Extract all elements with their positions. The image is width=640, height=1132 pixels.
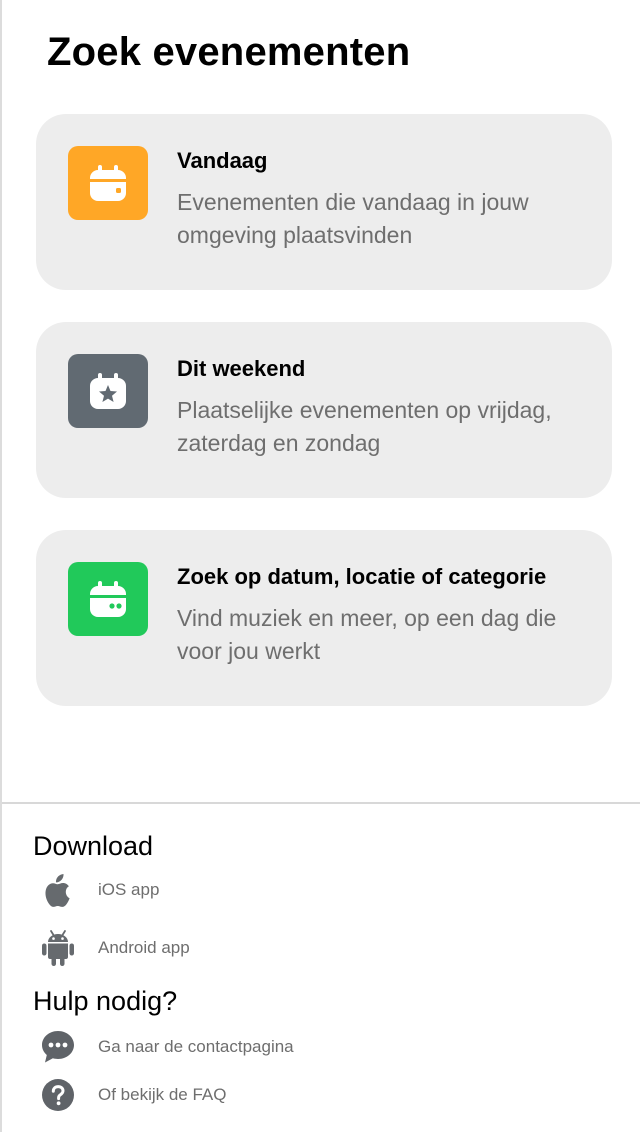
android-icon xyxy=(40,930,76,966)
question-icon xyxy=(40,1077,76,1113)
android-app-label: Android app xyxy=(98,938,190,957)
android-app-link[interactable]: Android app xyxy=(40,928,190,968)
calendar-star-icon xyxy=(68,354,148,428)
ios-app-label: iOS app xyxy=(98,880,160,899)
card-description: Plaatselijke evenementen op vrijdag, zat… xyxy=(177,397,552,456)
card-vandaag[interactable]: Vandaag Evenementen die vandaag in jouw … xyxy=(36,114,612,290)
calendar-icon xyxy=(68,146,148,220)
card-zoek-op-datum[interactable]: Zoek op datum, locatie of categorie Vind… xyxy=(36,530,612,706)
calendar-search-icon xyxy=(68,562,148,636)
ios-app-link[interactable]: iOS app xyxy=(40,870,159,910)
card-description: Evenementen die vandaag in jouw omgeving… xyxy=(177,189,529,248)
help-heading: Hulp nodig? xyxy=(33,986,178,1016)
contact-page-link[interactable]: Ga naar de contactpagina xyxy=(40,1027,294,1067)
contact-page-label: Ga naar de contactpagina xyxy=(98,1037,294,1056)
page-title: Zoek evenementen xyxy=(47,30,411,74)
apple-icon xyxy=(40,872,76,908)
card-dit-weekend[interactable]: Dit weekend Plaatselijke evenementen op … xyxy=(36,322,612,498)
card-title: Vandaag xyxy=(177,148,268,173)
footer-divider xyxy=(2,802,640,804)
download-heading: Download xyxy=(33,831,154,861)
faq-link[interactable]: Of bekijk de FAQ xyxy=(40,1075,227,1115)
card-description: Vind muziek en meer, op een dag die voor… xyxy=(177,605,557,664)
page: Zoek evenementen Vandaag Evenementen die… xyxy=(0,0,640,1132)
card-title: Zoek op datum, locatie of categorie xyxy=(177,564,547,589)
chat-bubble-icon xyxy=(40,1029,76,1065)
faq-label: Of bekijk de FAQ xyxy=(98,1085,227,1104)
card-title: Dit weekend xyxy=(177,356,306,381)
